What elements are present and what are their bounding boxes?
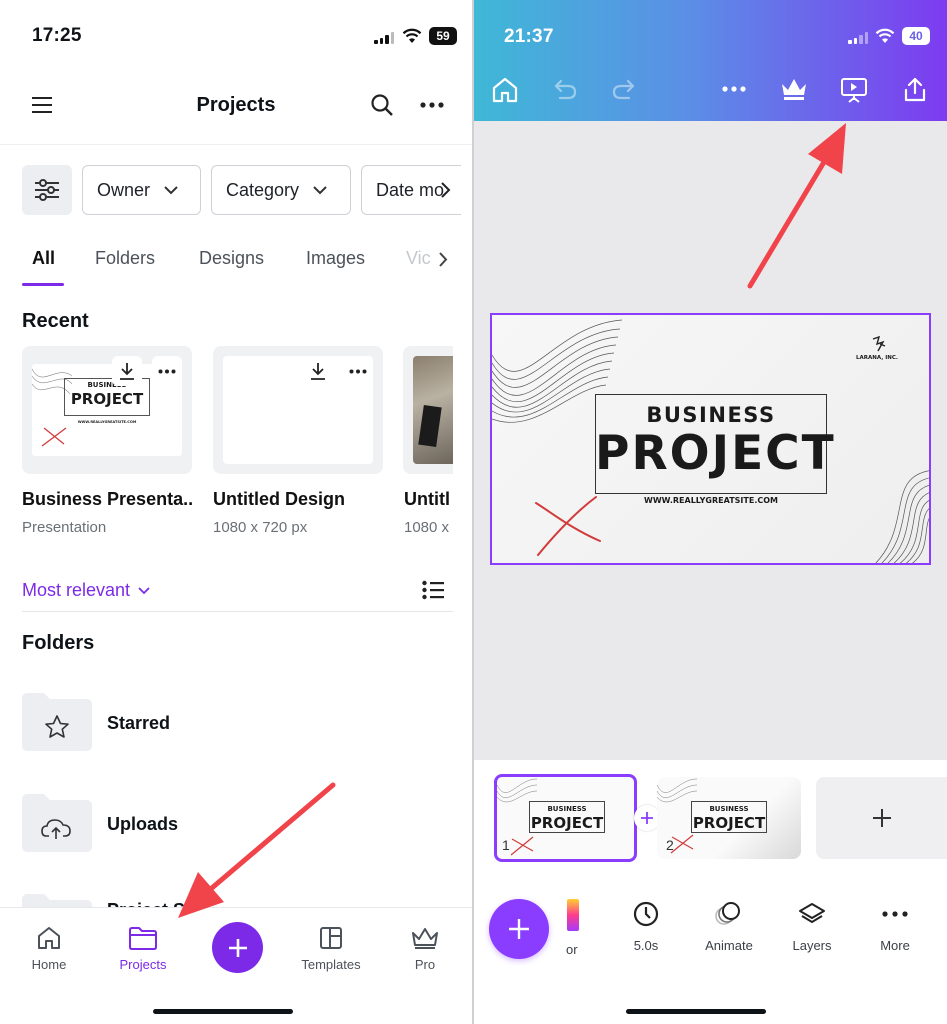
projects-screen: 17:25 59 Projects Owner Category Date mo: [0, 0, 472, 1024]
editor-screen: 21:37 40 LARANA, INC. BUSINESS PROJECT W…: [474, 0, 947, 1024]
annotation-arrow: [747, 123, 846, 289]
annotation-arrow: [178, 782, 336, 918]
